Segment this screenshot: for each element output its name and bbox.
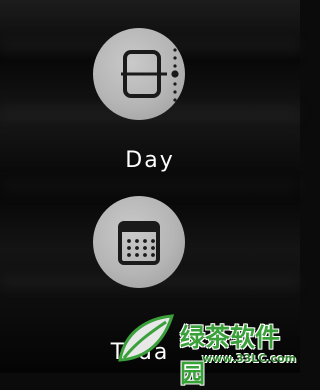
watermark-url: www.33LC.com (202, 352, 297, 365)
background-blur (0, 180, 300, 194)
month-grid-icon (118, 221, 160, 265)
leaf-logo-icon (118, 314, 175, 362)
watch-screen: Day Toda 绿茶软件园 www.33LC.com (0, 0, 300, 388)
day-view-icon (121, 48, 179, 102)
watermark: 绿茶软件园 www.33LC.com (110, 310, 300, 388)
today-button[interactable] (93, 196, 185, 288)
day-view-button[interactable] (93, 28, 185, 120)
day-view-label: Day (125, 148, 175, 173)
